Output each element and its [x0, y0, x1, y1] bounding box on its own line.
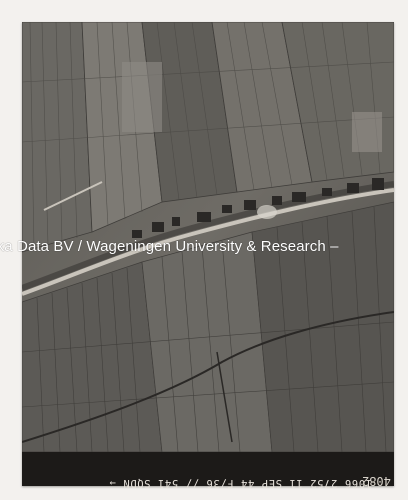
field-light-patch [122, 62, 162, 132]
print-number: 4082 [362, 474, 391, 488]
smoke-plume [257, 205, 277, 219]
copyright-watermark: otka Data BV / Wageningen University & R… [0, 238, 339, 255]
field-light-patch [352, 112, 382, 152]
film-caption: 1066 2752 11 SEP 44 F/36 // 541 SQDN → [108, 477, 372, 489]
